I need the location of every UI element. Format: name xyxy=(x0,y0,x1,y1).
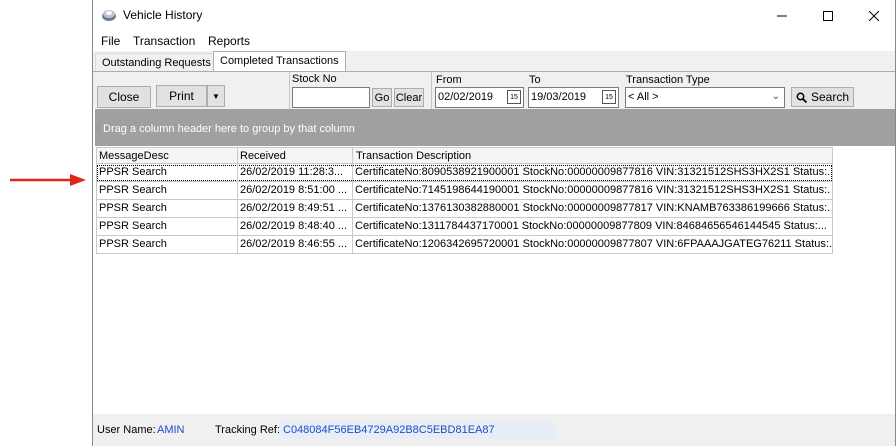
close-button[interactable]: Close xyxy=(97,86,151,108)
print-label: Print xyxy=(169,89,194,103)
go-button[interactable]: Go xyxy=(372,88,392,107)
cell-transaction-description: CertificateNo:1206342695720001 StockNo:0… xyxy=(355,238,831,250)
grid-header: MessageDesc Received Transaction Descrip… xyxy=(96,147,833,165)
transaction-type-value: < All > xyxy=(628,91,659,103)
search-label: Search xyxy=(810,90,850,104)
tracking-ref-label: Tracking Ref: xyxy=(215,424,281,436)
cell-messagedesc: PPSR Search xyxy=(99,238,167,250)
title-bar: Vehicle History xyxy=(93,0,895,31)
from-date-value: 02/02/2019 xyxy=(438,91,494,103)
transaction-type-select[interactable]: < All > ⌄ xyxy=(625,87,785,108)
close-window-button[interactable] xyxy=(851,0,896,31)
stock-no-input[interactable] xyxy=(292,87,370,108)
menu-file[interactable]: File xyxy=(101,34,120,48)
column-header-transaction-description[interactable]: Transaction Description xyxy=(356,150,471,162)
cell-messagedesc: PPSR Search xyxy=(99,166,167,178)
tracking-ref-value: C048084F56EB4729A92B8C5EBD81EA87 xyxy=(283,424,495,436)
minimize-button[interactable] xyxy=(759,0,805,31)
cell-messagedesc: PPSR Search xyxy=(99,184,167,196)
search-icon xyxy=(796,92,807,103)
cell-received: 26/02/2019 11:28:3... xyxy=(240,166,344,178)
transactions-grid: MessageDesc Received Transaction Descrip… xyxy=(96,147,833,254)
chevron-down-icon: ▼ xyxy=(212,91,220,101)
chevron-down-icon: ⌄ xyxy=(771,91,780,102)
status-bar: User Name: AMIN Tracking Ref: C048084F56… xyxy=(93,420,895,440)
cell-transaction-description: CertificateNo:7145198644190001 StockNo:0… xyxy=(355,184,831,196)
tab-outstanding-requests[interactable]: Outstanding Requests xyxy=(95,53,218,72)
user-name-value: AMIN xyxy=(157,424,185,436)
tab-strip: Outstanding Requests Completed Transacti… xyxy=(93,51,895,73)
cell-transaction-description: CertificateNo:8090538921900001 StockNo:0… xyxy=(355,166,831,178)
tab-completed-transactions[interactable]: Completed Transactions xyxy=(213,51,346,73)
stock-group: Stock No Go Clear xyxy=(289,72,425,110)
cell-messagedesc: PPSR Search xyxy=(99,220,167,232)
transaction-type-label: Transaction Type xyxy=(626,74,710,86)
cell-received: 26/02/2019 8:46:55 ... xyxy=(240,238,348,250)
toolbar: Close Print ▼ Stock No Go Clear From 02/… xyxy=(93,71,895,110)
cell-transaction-description: CertificateNo:1311784437170001 StockNo:0… xyxy=(355,220,827,232)
window-title: Vehicle History xyxy=(123,8,203,22)
cell-transaction-description: CertificateNo:1376130382880001 StockNo:0… xyxy=(355,202,831,214)
cell-received: 26/02/2019 8:48:40 ... xyxy=(240,220,348,232)
stock-no-label: Stock No xyxy=(292,73,337,85)
table-row[interactable]: PPSR Search 26/02/2019 8:46:55 ... Certi… xyxy=(96,236,833,254)
table-row[interactable]: PPSR Search 26/02/2019 8:49:51 ... Certi… xyxy=(96,200,833,218)
red-arrow-icon xyxy=(10,174,86,186)
vehicle-history-window: Vehicle History File Transaction Reports… xyxy=(92,0,896,446)
menu-reports[interactable]: Reports xyxy=(208,34,250,48)
column-header-messagedesc[interactable]: MessageDesc xyxy=(99,150,169,162)
calendar-icon[interactable]: 15 xyxy=(507,90,521,104)
column-header-received[interactable]: Received xyxy=(240,150,286,162)
to-label: To xyxy=(529,74,541,86)
search-button[interactable]: Search xyxy=(791,87,854,107)
cell-received: 26/02/2019 8:51:00 ... xyxy=(240,184,348,196)
app-logo-icon xyxy=(102,10,116,21)
calendar-icon[interactable]: 15 xyxy=(602,90,616,104)
print-button[interactable]: Print xyxy=(156,85,207,107)
to-date-value: 19/03/2019 xyxy=(531,91,587,103)
cell-received: 26/02/2019 8:49:51 ... xyxy=(240,202,348,214)
print-dropdown-button[interactable]: ▼ xyxy=(207,85,225,107)
cell-messagedesc: PPSR Search xyxy=(99,202,167,214)
user-name-label: User Name: xyxy=(97,424,156,436)
group-by-panel[interactable]: Drag a column header here to group by th… xyxy=(95,109,895,146)
table-row[interactable]: PPSR Search 26/02/2019 11:28:3... Certif… xyxy=(96,164,833,182)
maximize-icon xyxy=(823,10,833,21)
close-icon xyxy=(869,10,879,21)
minimize-icon xyxy=(777,15,787,16)
menu-transaction[interactable]: Transaction xyxy=(133,34,195,48)
maximize-button[interactable] xyxy=(805,0,851,31)
from-label: From xyxy=(436,74,462,86)
table-row[interactable]: PPSR Search 26/02/2019 8:48:40 ... Certi… xyxy=(96,218,833,236)
clear-button[interactable]: Clear xyxy=(394,88,424,107)
results-panel: Drag a column header here to group by th… xyxy=(93,109,895,414)
table-row[interactable]: PPSR Search 26/02/2019 8:51:00 ... Certi… xyxy=(96,182,833,200)
menu-bar: File Transaction Reports xyxy=(93,31,895,51)
